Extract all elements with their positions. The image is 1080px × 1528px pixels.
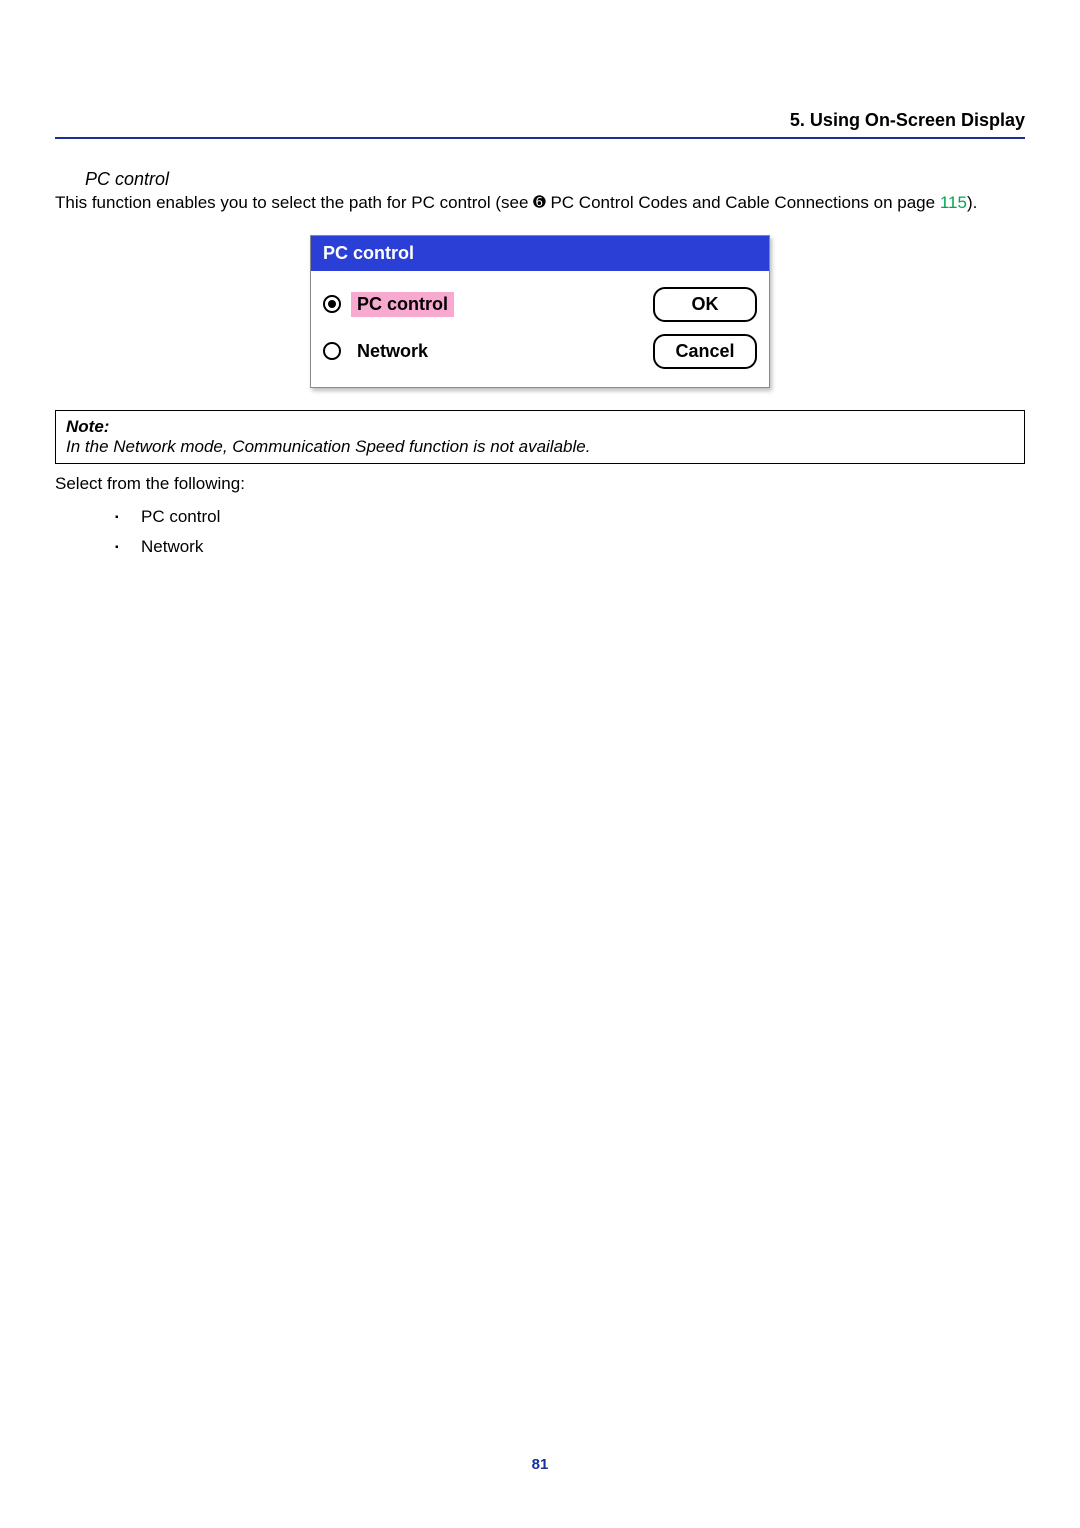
note-box: Note: In the Network mode, Communication… [55,410,1025,464]
page-reference-link[interactable]: 115 [940,193,967,212]
list-item: PC control [115,502,1025,532]
page-number: 81 [0,1456,1080,1473]
reference-symbol-icon: ➏ [533,193,546,213]
bullet-list: PC control Network [115,502,1025,562]
intro-paragraph: This function enables you to select the … [55,192,1025,215]
note-text: In the Network mode, Communication Speed… [66,437,590,456]
ok-button[interactable]: OK [653,287,757,322]
intro-prefix: This function enables you to select the … [55,193,533,212]
dialog-body: PC control OK Network Cancel [311,271,769,387]
dialog-title: PC control [311,236,769,271]
note-label: Note: [66,417,109,436]
dialog-row-network: Network Cancel [323,328,757,375]
list-item: Network [115,532,1025,562]
intro-ref-text: PC Control Codes and Cable Connections o… [546,193,940,212]
radio-selected-icon[interactable] [323,295,341,313]
cancel-button[interactable]: Cancel [653,334,757,369]
dialog-row-pc-control: PC control OK [323,281,757,328]
option-network[interactable]: Network [323,339,434,364]
radio-unselected-icon[interactable] [323,342,341,360]
section-header: 5. Using On-Screen Display [55,110,1025,139]
option-pc-control[interactable]: PC control [323,292,454,317]
dialog-container: PC control PC control OK Network Cancel [55,235,1025,388]
pc-control-dialog: PC control PC control OK Network Cancel [310,235,770,388]
intro-suffix: ). [967,193,977,212]
option-label-pc-control: PC control [351,292,454,317]
option-label-network: Network [351,339,434,364]
select-from-text: Select from the following: [55,474,1025,494]
subsection-heading: PC control [85,169,1025,190]
